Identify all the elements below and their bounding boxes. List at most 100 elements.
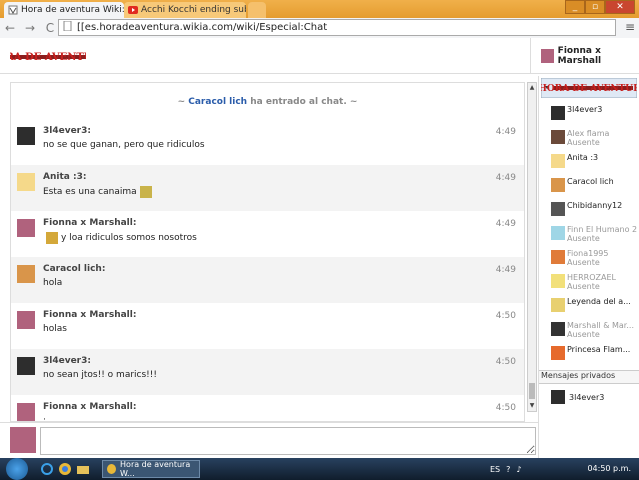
pm-user[interactable]: 3l4ever3 [551, 390, 604, 404]
user-list-item[interactable]: Anita :3 [539, 150, 639, 174]
system-tray: ES ? ♪ [490, 458, 528, 480]
current-user[interactable]: Fionna x Marshall [530, 38, 639, 74]
new-tab-button[interactable] [248, 2, 266, 18]
message-time: 4:49 [495, 127, 516, 137]
user-list-item[interactable]: Alex flama Ausente [539, 126, 639, 150]
user-list-item[interactable]: Leyenda del a... [539, 294, 639, 318]
chat-scrollbar[interactable]: ▲ ▼ [527, 82, 537, 412]
chat-input[interactable] [40, 427, 536, 455]
tab-youtube[interactable]: Acchi Kocchi ending sub × [124, 2, 246, 18]
user-status: Ausente [567, 330, 600, 339]
user-list-item[interactable]: Fiona1995 Ausente [539, 246, 639, 270]
folder-icon[interactable] [76, 462, 90, 476]
avatar [551, 202, 565, 216]
avatar [551, 250, 565, 264]
message-text: holas [43, 324, 67, 334]
tab-title: Acchi Kocchi ending sub [141, 5, 246, 15]
reload-icon[interactable]: C [40, 21, 60, 35]
chat-message: Fionna x Marshall::_. 4:50 [11, 395, 524, 421]
user-list-item[interactable]: Marshall & Mar... Ausente [539, 318, 639, 342]
tab-wiki[interactable]: Hora de aventura Wiki: Bi × [4, 2, 124, 18]
scroll-up-icon[interactable]: ▲ [528, 83, 536, 93]
user-status: Ausente [567, 234, 600, 243]
emoticon-icon [46, 232, 58, 244]
message-text: y loa ridiculos somos nosotros [43, 232, 524, 244]
message-time: 4:49 [495, 265, 516, 275]
message-time: 4:50 [495, 403, 516, 413]
start-button[interactable] [6, 458, 28, 480]
avatar [551, 154, 565, 168]
scroll-down-icon[interactable]: ▼ [528, 401, 536, 411]
user-list-item[interactable]: HERROZAEL Ausente [539, 270, 639, 294]
avatar[interactable] [17, 357, 35, 375]
message-username[interactable]: Caracol lich: [43, 264, 524, 274]
avatar[interactable] [17, 127, 35, 145]
avatar[interactable] [17, 173, 35, 191]
user-list-item[interactable]: Finn El Humano 2 Ausente [539, 222, 639, 246]
message-text: hola [43, 278, 63, 288]
ie-icon[interactable] [40, 462, 54, 476]
user-name: Chibidanny12 [567, 201, 623, 210]
avatar [551, 322, 565, 336]
user-sidebar: HORA DE AVENTURA 3l4ever3 Alex flamaAusen… [538, 76, 639, 458]
message-username[interactable]: Anita :3: [43, 172, 524, 182]
tab-bar: Hora de aventura Wiki: Bi × Acchi Kocchi… [0, 0, 639, 18]
avatar [551, 106, 565, 120]
private-messages-header: Mensajes privados [539, 370, 639, 384]
avatar [551, 178, 565, 192]
user-list: 3l4ever3 Alex flama Ausente Anita :3 Caracol… [539, 102, 639, 372]
message-time: 4:49 [495, 173, 516, 183]
chat-header: HORA DE AVENTURA Fionna x Marshall [0, 38, 639, 74]
scroll-thumb[interactable] [529, 383, 535, 399]
avatar [541, 49, 554, 63]
taskbar: Hora de aventura W... ES ? ♪ 04:50 p.m. [0, 458, 639, 480]
message-username[interactable]: 3l4ever3: [43, 126, 524, 136]
message-text: Esta es una canaima [43, 186, 524, 198]
avatar [551, 274, 565, 288]
taskbar-app[interactable]: Hora de aventura W... [102, 460, 200, 478]
user-status: Ausente [567, 138, 600, 147]
user-list-item[interactable]: Princesa Flam... [539, 342, 639, 366]
input-area [0, 422, 538, 458]
browser-toolbar: ← → C [[es.horadeaventura.wikia.com/wiki… [0, 18, 639, 38]
chrome-icon[interactable] [58, 462, 72, 476]
maximize-button[interactable]: ▫ [585, 0, 605, 14]
avatar [551, 298, 565, 312]
inline-alert: ~ Caracol lich ha entrado al chat. ~ [177, 97, 358, 107]
sidebar-logo[interactable]: HORA DE AVENTURA [538, 77, 639, 99]
volume-icon[interactable]: ♪ [516, 465, 521, 474]
forward-icon[interactable]: → [20, 21, 40, 35]
avatar [551, 390, 565, 404]
chrome-icon [107, 464, 117, 474]
user-status: Ausente [567, 258, 600, 267]
wiki-logo[interactable]: HORA DE AVENTURA [0, 46, 109, 68]
avatar[interactable] [17, 265, 35, 283]
menu-icon[interactable]: ≡ [625, 20, 635, 34]
avatar[interactable] [17, 311, 35, 329]
avatar [551, 130, 565, 144]
user-list-item[interactable]: 3l4ever3 [539, 102, 639, 126]
back-icon[interactable]: ← [0, 21, 20, 35]
minimize-button[interactable]: _ [565, 0, 585, 14]
user-name: Leyenda del a... [567, 297, 631, 306]
chat-message: 3l4ever3: no sean jtos!! o marics!!! 4:50 [11, 349, 524, 395]
user-name: 3l4ever3 [567, 105, 603, 114]
user-list-item[interactable]: Caracol lich [539, 174, 639, 198]
avatar[interactable] [17, 403, 35, 421]
close-window-button[interactable]: ✕ [605, 0, 635, 14]
help-icon[interactable]: ? [506, 465, 510, 474]
message-time: 4:50 [495, 357, 516, 367]
message-username[interactable]: Fionna x Marshall: [43, 218, 524, 228]
language-indicator[interactable]: ES [490, 465, 500, 474]
address-bar[interactable]: [[es.horadeaventura.wikia.com/wiki/Espec… [58, 19, 616, 36]
avatar[interactable] [17, 219, 35, 237]
user-list-item[interactable]: Chibidanny12 [539, 198, 639, 222]
alert-user[interactable]: Caracol lich [188, 97, 247, 107]
chat-message: Anita :3: Esta es una canaima 4:49 [11, 165, 524, 211]
message-username[interactable]: Fionna x Marshall: [43, 402, 524, 412]
tab-title: Hora de aventura Wiki: Bi [21, 5, 124, 15]
chat-page: HORA DE AVENTURA Fionna x Marshall ~ Car… [0, 38, 639, 458]
message-username[interactable]: 3l4ever3: [43, 356, 524, 366]
chat-log: ~ Caracol lich ha entrado al chat. ~ 3l4… [10, 82, 525, 422]
message-username[interactable]: Fionna x Marshall: [43, 310, 524, 320]
